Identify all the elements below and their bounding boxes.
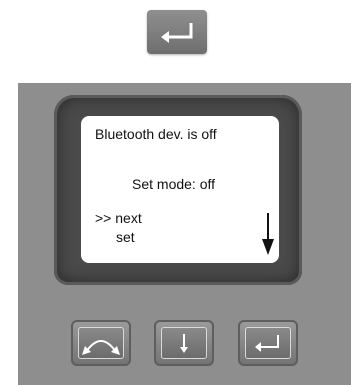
enter-button[interactable] <box>238 320 298 366</box>
menu-item-set: set <box>116 229 135 245</box>
down-arrow-icon <box>180 334 188 353</box>
navigate-button[interactable] <box>71 320 131 366</box>
lcd-display: Bluetooth dev. is off Set mode: off >> n… <box>81 116 279 263</box>
down-button[interactable] <box>154 320 214 366</box>
enter-icon <box>255 335 279 352</box>
enter-icon <box>161 23 193 43</box>
curved-arrows-icon <box>82 340 120 355</box>
display-title: Bluetooth dev. is off <box>95 126 217 142</box>
menu-item-next: >> next <box>95 210 142 226</box>
down-arrow-icon <box>262 213 274 255</box>
display-mode: Set mode: off <box>132 176 216 192</box>
enter-key-top[interactable] <box>147 10 207 54</box>
device-panel: Bluetooth dev. is off Set mode: off >> n… <box>18 83 351 385</box>
